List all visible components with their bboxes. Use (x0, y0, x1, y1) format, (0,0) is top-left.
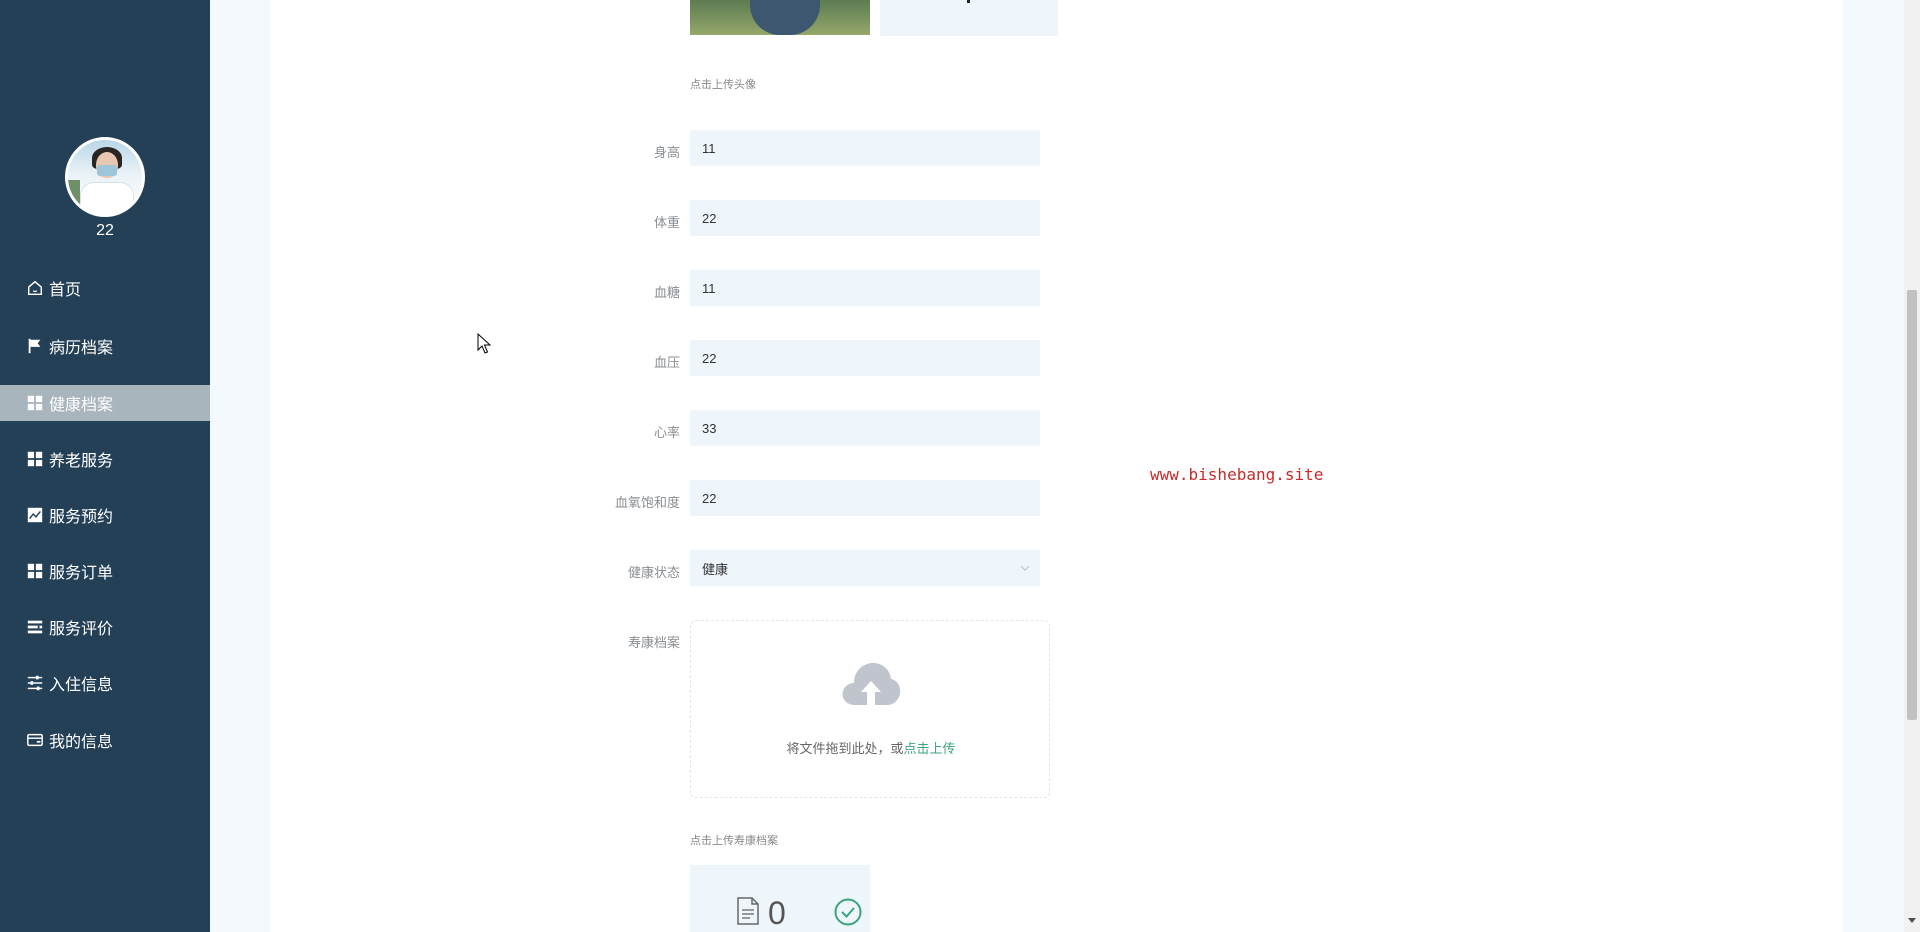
health-status-select[interactable]: 健康 (690, 550, 1040, 586)
scroll-down-arrow-icon[interactable] (1908, 918, 1916, 923)
grid-icon (25, 561, 45, 581)
archive-label: 寿康档案 (627, 635, 680, 650)
sidebar-item-checkin-info[interactable]: 入住信息 (0, 665, 210, 701)
health-status-value: 健康 (702, 561, 729, 577)
sidebar: 22 首页 病历档案 健康档案 养老服务 服务预约 服务订单 服务评价 入住信息… (0, 0, 210, 932)
sidebar-item-service-booking[interactable]: 服务预约 (0, 497, 210, 533)
home-icon (25, 278, 45, 298)
chevron-down-icon (1020, 565, 1030, 571)
blood-oxygen-label: 血氧饱和度 (614, 495, 680, 510)
sidebar-item-health-records[interactable]: 健康档案 (0, 385, 210, 421)
health-record-form: 点击上传头像 身高 11 体重 22 血糖 11 血压 22 心率 33 血氧饱… (270, 0, 1843, 932)
health-status-label: 健康状态 (627, 565, 680, 580)
avatar-upload-button[interactable] (880, 0, 1058, 36)
sidebar-item-label: 首页 (49, 282, 82, 299)
sidebar-item-elderly-services[interactable]: 养老服务 (0, 441, 210, 477)
archive-upload-hint: 点击上传寿康档案 (690, 835, 778, 847)
file-count: 0 (768, 895, 786, 931)
sidebar-item-medical-records[interactable]: 病历档案 (0, 328, 210, 364)
user-name: 22 (96, 222, 114, 239)
sliders-icon (25, 673, 45, 693)
mouse-cursor-icon (477, 333, 491, 354)
sidebar-item-label: 我的信息 (49, 734, 114, 751)
blood-pressure-input[interactable]: 22 (690, 340, 1040, 376)
document-icon (737, 897, 759, 925)
sidebar-item-service-reviews[interactable]: 服务评价 (0, 609, 210, 645)
sidebar-item-label: 入住信息 (49, 677, 114, 694)
heart-rate-input[interactable]: 33 (690, 410, 1040, 446)
sidebar-item-label: 病历档案 (49, 340, 114, 357)
blood-sugar-input[interactable]: 11 (690, 270, 1040, 306)
chart-icon (25, 505, 45, 525)
blood-sugar-label: 血糖 (653, 285, 680, 300)
user-avatar[interactable] (65, 137, 145, 217)
uploaded-avatar-image (690, 0, 870, 35)
weight-input[interactable]: 22 (690, 200, 1040, 236)
scrollbar-thumb[interactable] (1907, 290, 1917, 720)
weight-label: 体重 (653, 215, 680, 230)
sidebar-item-label: 服务预约 (49, 509, 114, 526)
page-scrollbar[interactable] (1904, 0, 1920, 932)
height-label: 身高 (653, 145, 680, 160)
flag-icon (25, 336, 45, 356)
sidebar-item-home[interactable]: 首页 (0, 270, 210, 306)
click-upload-link[interactable]: 点击上传 (904, 741, 956, 756)
sidebar-item-my-info[interactable]: 我的信息 (0, 722, 210, 758)
sidebar-item-service-orders[interactable]: 服务订单 (0, 553, 210, 589)
sidebar-item-label: 养老服务 (49, 453, 114, 470)
list-icon (25, 617, 45, 637)
sidebar-item-label: 服务评价 (49, 621, 114, 638)
grid-icon (25, 449, 45, 469)
heart-rate-label: 心率 (653, 425, 680, 440)
grid-icon (25, 393, 45, 413)
uploaded-file-card[interactable]: 0 (690, 865, 870, 932)
check-circle-icon (834, 898, 862, 926)
blood-pressure-label: 血压 (653, 355, 680, 370)
height-input[interactable]: 11 (690, 130, 1040, 166)
card-icon (25, 730, 45, 750)
cloud-upload-icon (842, 663, 901, 705)
dropzone-text: 将文件拖到此处，或点击上传 (691, 738, 1051, 757)
sidebar-item-label: 服务订单 (49, 565, 114, 582)
blood-oxygen-input[interactable]: 22 (690, 480, 1040, 516)
watermark-text: www.bishebang.site (1150, 465, 1324, 484)
archive-dropzone[interactable]: 将文件拖到此处，或点击上传 (690, 620, 1050, 798)
dropzone-instruction: 将文件拖到此处，或 (786, 741, 904, 756)
sidebar-item-label: 健康档案 (49, 397, 114, 414)
avatar-upload-hint: 点击上传头像 (690, 79, 756, 91)
